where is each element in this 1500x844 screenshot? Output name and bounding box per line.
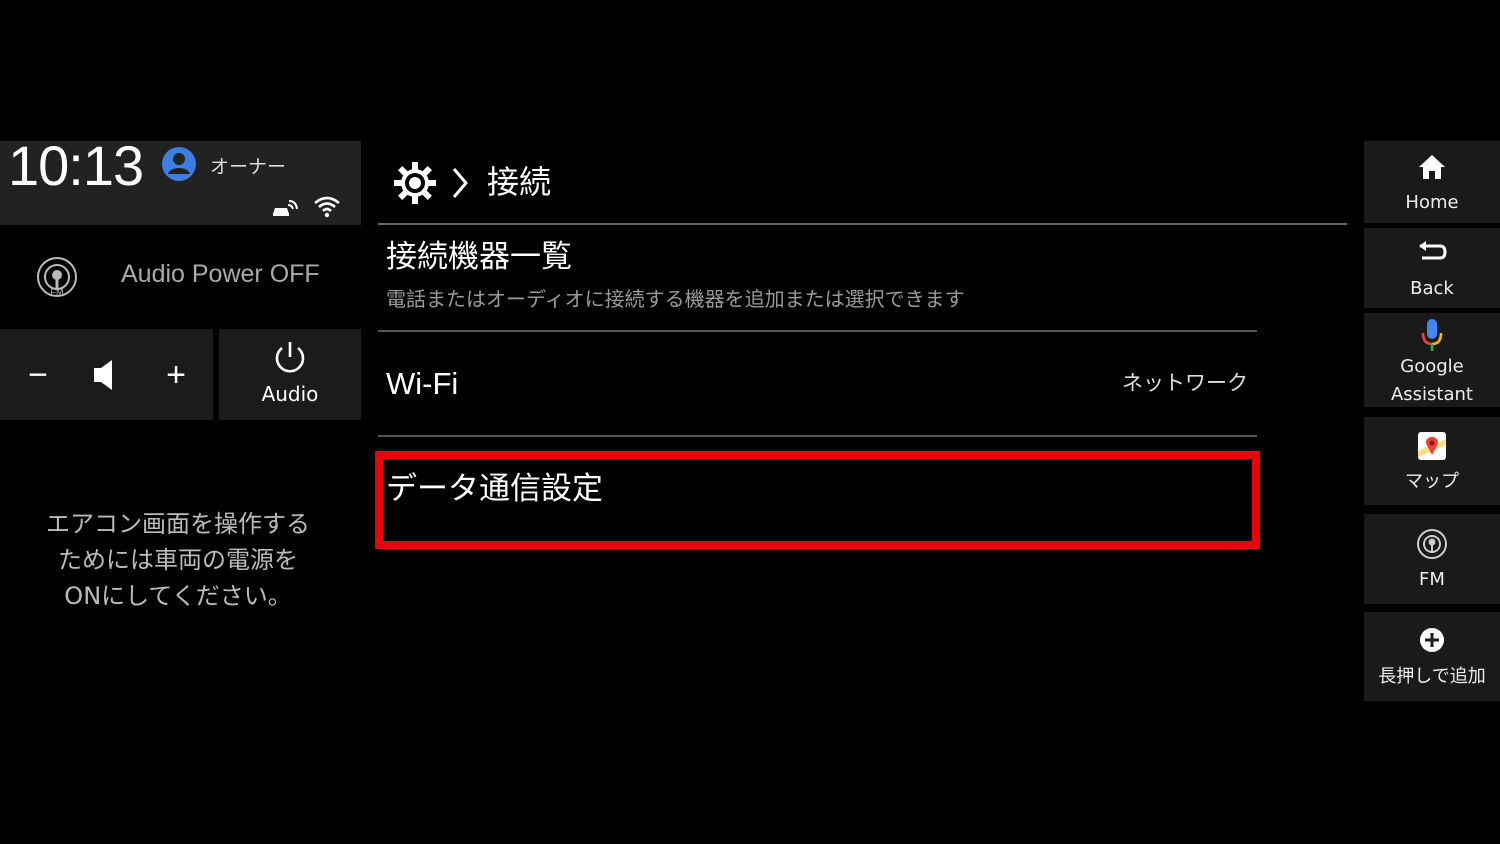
home-button[interactable]: Home <box>1364 141 1500 223</box>
list-item-title: データ通信設定 <box>386 471 603 507</box>
list-item-value: ネットワーク <box>1122 371 1248 395</box>
audio-power-status: Audio Power OFF <box>121 260 320 288</box>
home-icon <box>1419 155 1445 179</box>
speaker-icon[interactable] <box>88 355 128 395</box>
volume-up-button[interactable]: + <box>158 350 194 400</box>
ac-notice-line: ONにしてください。 <box>64 582 292 610</box>
ac-notice-line: エアコン画面を操作する <box>46 510 310 538</box>
gear-icon[interactable] <box>393 161 437 205</box>
map-button[interactable]: マップ <box>1364 417 1500 505</box>
home-label: Home <box>1405 192 1459 213</box>
list-item-title: Wi-Fi <box>386 366 459 401</box>
google-maps-icon <box>1418 432 1446 460</box>
divider <box>378 435 1257 437</box>
clock: 10:13 <box>8 134 144 197</box>
add-circle-icon <box>1420 628 1444 652</box>
chevron-right-icon <box>452 168 468 198</box>
fm-button[interactable]: FM <box>1364 514 1500 604</box>
volume-down-button[interactable]: − <box>20 350 56 400</box>
back-button[interactable]: Back <box>1364 228 1500 308</box>
power-icon <box>275 342 305 373</box>
fm-radio-icon: FM <box>37 257 77 297</box>
back-label: Back <box>1410 278 1454 299</box>
add-shortcut-label: 長押しで追加 <box>1378 666 1486 687</box>
list-item-subtitle: 電話またはオーディオに接続する機器を追加または選択できます <box>386 287 965 311</box>
assistant-label-line1: Google <box>1400 356 1464 377</box>
header-divider <box>378 223 1347 225</box>
google-assistant-button[interactable]: Google Assistant <box>1364 313 1500 407</box>
wifi-status-icon <box>314 196 340 218</box>
ac-notice-line: ためには車両の電源を <box>58 546 298 574</box>
map-label: マップ <box>1405 471 1459 492</box>
list-item-title: 接続機器一覧 <box>386 239 572 275</box>
assistant-label-line2: Assistant <box>1390 384 1473 405</box>
ac-notice: エアコン画面を操作する ためには車両の電源を ONにしてください。 <box>0 506 356 614</box>
svg-text:FM: FM <box>51 287 64 297</box>
audio-button-label: Audio <box>261 382 319 406</box>
car-signal-icon <box>273 200 298 216</box>
microphone-icon <box>1421 319 1443 351</box>
page-title: 接続 <box>487 163 552 201</box>
user-icon[interactable] <box>161 146 197 182</box>
fm-label: FM <box>1419 569 1445 590</box>
add-shortcut-button[interactable]: 長押しで追加 <box>1364 612 1500 701</box>
back-icon <box>1419 241 1447 260</box>
fm-radio-icon <box>1417 529 1447 559</box>
user-name[interactable]: オーナー <box>210 152 286 179</box>
